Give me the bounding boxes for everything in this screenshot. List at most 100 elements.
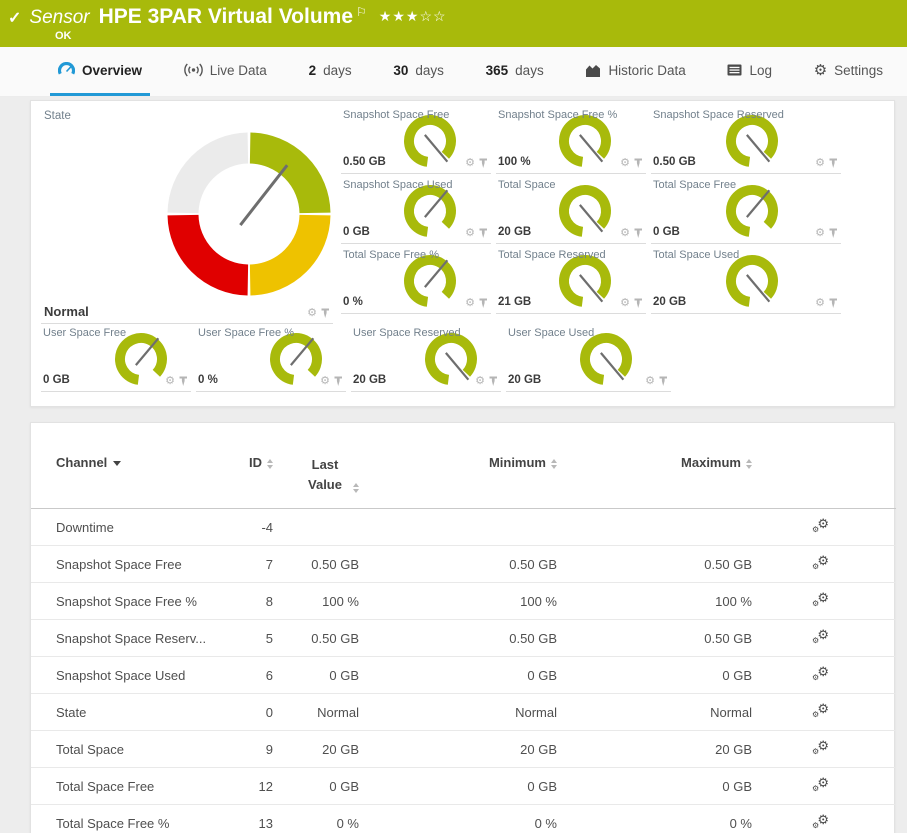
tab-live-data[interactable]: Live Data bbox=[176, 47, 275, 96]
gear-icon[interactable]: ⚙ bbox=[815, 158, 825, 169]
star-filled-icon[interactable]: ★ bbox=[406, 8, 420, 24]
pin-icon[interactable] bbox=[334, 376, 343, 387]
gear-icon[interactable]: ⚙ bbox=[320, 376, 330, 387]
gauge-value: 100 % bbox=[498, 156, 531, 168]
gauge-label: Snapshot Space Free bbox=[343, 109, 449, 121]
state-panel-value: Normal bbox=[44, 304, 89, 319]
gear-icon[interactable]: ⚙ bbox=[815, 228, 825, 239]
gear-icon[interactable]: ⚙ bbox=[465, 228, 475, 239]
column-header-last-value[interactable]: Last Value bbox=[273, 433, 359, 509]
gear-icon[interactable]: ⚙ bbox=[465, 298, 475, 309]
channel-name-cell: Downtime bbox=[31, 509, 246, 546]
gauge-panel-icons: ⚙ bbox=[815, 228, 838, 239]
tab-30-days[interactable]: 30days bbox=[385, 47, 452, 96]
pin-icon[interactable] bbox=[829, 228, 838, 239]
column-header-maximum[interactable]: Maximum bbox=[557, 433, 752, 509]
channel-table: ChannelID Last ValueMinimumMaximum Downti… bbox=[31, 433, 896, 833]
channel-settings-icon[interactable]: ⚙⚙ bbox=[812, 777, 829, 792]
channel-settings-icon[interactable]: ⚙⚙ bbox=[812, 629, 829, 644]
channel-settings-icon[interactable]: ⚙⚙ bbox=[812, 740, 829, 755]
channel-name-cell: State bbox=[31, 694, 246, 731]
gauge-value: 20 GB bbox=[353, 374, 386, 386]
pin-icon[interactable] bbox=[489, 376, 498, 387]
pin-icon[interactable] bbox=[634, 228, 643, 239]
pin-icon[interactable] bbox=[479, 158, 488, 169]
tab-settings[interactable]: ⚙Settings bbox=[806, 47, 891, 96]
pin-icon[interactable] bbox=[829, 298, 838, 309]
gauge-panel-icons: ⚙ bbox=[815, 158, 838, 169]
tab-2-days[interactable]: 2days bbox=[301, 47, 360, 96]
gauge-label: Snapshot Space Free % bbox=[498, 109, 617, 121]
table-row: Snapshot Space Free70.50 GB0.50 GB0.50 G… bbox=[31, 546, 896, 583]
last-value-cell: 0 GB bbox=[273, 657, 359, 694]
gauge-label: Snapshot Space Reserved bbox=[653, 109, 784, 121]
gauge-grid: Snapshot Space Free 0.50 GB ⚙ Snapshot Spac… bbox=[341, 108, 841, 314]
tab-historic-data[interactable]: Historic Data bbox=[577, 47, 693, 96]
channel-settings-icon[interactable]: ⚙⚙ bbox=[812, 814, 829, 829]
pin-icon[interactable] bbox=[179, 376, 188, 387]
channel-settings-icon[interactable]: ⚙⚙ bbox=[812, 703, 829, 718]
minimum-cell: 0 % bbox=[359, 805, 557, 833]
channel-settings-icon[interactable]: ⚙⚙ bbox=[812, 666, 829, 681]
minimum-cell: 0.50 GB bbox=[359, 620, 557, 657]
gauge-icon bbox=[58, 62, 75, 78]
gauge-dial bbox=[724, 113, 780, 174]
gauge-dial bbox=[724, 183, 780, 244]
gauge-value: 20 GB bbox=[653, 296, 686, 308]
state-panel: State Normal ⚙ bbox=[41, 108, 333, 324]
gauge-value: 20 GB bbox=[498, 226, 531, 238]
table-row: Total Space920 GB20 GB20 GB⚙⚙ bbox=[31, 731, 896, 768]
pin-icon[interactable] bbox=[829, 158, 838, 169]
gauge-label: User Space Used bbox=[508, 327, 594, 339]
pin-icon[interactable] bbox=[479, 228, 488, 239]
gear-icon[interactable]: ⚙ bbox=[465, 158, 475, 169]
gauge-label: Total Space Free bbox=[653, 179, 736, 191]
column-header-id[interactable]: ID bbox=[246, 433, 273, 509]
gear-icon[interactable]: ⚙ bbox=[475, 376, 485, 387]
pin-icon[interactable] bbox=[659, 376, 668, 387]
tab-overview[interactable]: Overview bbox=[50, 47, 150, 96]
column-header-channel[interactable]: Channel bbox=[31, 433, 246, 509]
gear-icon[interactable]: ⚙ bbox=[620, 158, 630, 169]
star-empty-icon[interactable]: ☆ bbox=[419, 8, 433, 24]
star-filled-icon[interactable]: ★ bbox=[392, 8, 406, 24]
star-rating[interactable]: ★★★☆☆ bbox=[379, 8, 447, 25]
gauge-dial bbox=[557, 253, 613, 314]
column-header-minimum[interactable]: Minimum bbox=[359, 433, 557, 509]
tab-label: Overview bbox=[82, 63, 142, 78]
gear-icon[interactable]: ⚙ bbox=[165, 376, 175, 387]
gauge-panel-snapshot-space-used: Snapshot Space Used0 GB⚙ bbox=[341, 178, 491, 244]
tab-365-days[interactable]: 365days bbox=[478, 47, 552, 96]
gauge-dial bbox=[113, 331, 169, 392]
tab-label: Log bbox=[749, 63, 772, 78]
star-empty-icon[interactable]: ☆ bbox=[433, 8, 447, 24]
gauge-value: 0.50 GB bbox=[343, 156, 386, 168]
gear-icon[interactable]: ⚙ bbox=[620, 228, 630, 239]
pin-icon[interactable] bbox=[634, 158, 643, 169]
gauge-panel-icons: ⚙ bbox=[465, 158, 488, 169]
minimum-cell: 20 GB bbox=[359, 731, 557, 768]
pin-icon[interactable] bbox=[634, 298, 643, 309]
pin-icon[interactable] bbox=[479, 298, 488, 309]
gear-icon[interactable]: ⚙ bbox=[620, 298, 630, 309]
last-value-cell bbox=[273, 509, 359, 546]
gear-icon[interactable]: ⚙ bbox=[815, 298, 825, 309]
gauge-panel-total-space-reserved: Total Space Reserved21 GB⚙ bbox=[496, 248, 646, 314]
gauge-panel-icons: ⚙ bbox=[475, 376, 498, 387]
gauge-label: Total Space bbox=[498, 179, 555, 191]
tab-log[interactable]: Log bbox=[719, 47, 780, 96]
flag-icon[interactable]: ⚐ bbox=[356, 5, 367, 19]
pin-icon[interactable] bbox=[321, 308, 330, 319]
gauge-value: 0 GB bbox=[343, 226, 370, 238]
tab-number: 2 bbox=[309, 63, 317, 78]
gauge-dial bbox=[423, 331, 479, 392]
channel-settings-icon[interactable]: ⚙⚙ bbox=[812, 592, 829, 607]
channel-settings-icon[interactable]: ⚙⚙ bbox=[812, 518, 829, 533]
gear-icon[interactable]: ⚙ bbox=[307, 308, 317, 319]
column-label: ID bbox=[249, 455, 262, 470]
star-filled-icon[interactable]: ★ bbox=[379, 8, 393, 24]
channel-settings-cell: ⚙⚙ bbox=[752, 768, 896, 805]
table-row: Snapshot Space Reserv...50.50 GB0.50 GB0… bbox=[31, 620, 896, 657]
channel-settings-icon[interactable]: ⚙⚙ bbox=[812, 555, 829, 570]
gear-icon[interactable]: ⚙ bbox=[645, 376, 655, 387]
